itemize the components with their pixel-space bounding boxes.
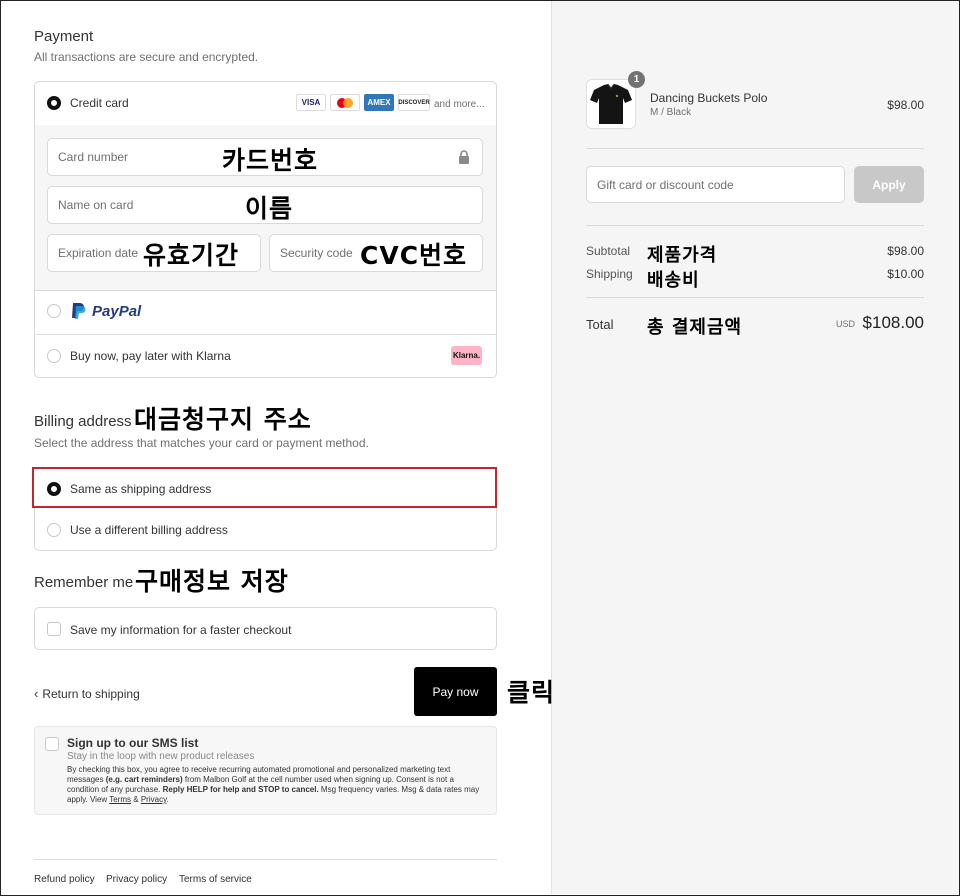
paypal-logo: PayPal	[70, 302, 141, 320]
billing-subtitle: Select the address that matches your car…	[34, 436, 369, 450]
klarna-label: Buy now, pay later with Klarna	[70, 349, 231, 363]
same-as-shipping-radio[interactable]	[47, 482, 61, 496]
return-to-shipping-label: Return to shipping	[42, 686, 140, 701]
total-label: Total	[586, 317, 614, 332]
save-info-checkbox[interactable]	[47, 622, 61, 636]
payment-subtitle: All transactions are secure and encrypte…	[34, 50, 259, 64]
product-name: Dancing Buckets Polo	[650, 91, 768, 105]
shipping-value: $10.00	[887, 267, 924, 281]
billing-title: Billing address	[34, 413, 132, 430]
annotation-card-number: 카드번호	[222, 146, 319, 175]
annotation-click: 클릭	[507, 678, 556, 707]
more-cards-text: and more...	[434, 99, 485, 110]
product-thumbnail	[586, 79, 636, 129]
lock-icon	[458, 150, 470, 169]
name-on-card-placeholder: Name on card	[58, 198, 134, 212]
quantity-badge: 1	[628, 71, 645, 88]
expiration-date-placeholder: Expiration date	[58, 246, 139, 260]
refund-policy-link[interactable]: Refund policy	[34, 874, 95, 885]
chevron-left-icon: ‹	[34, 686, 39, 701]
sms-subtitle: Stay in the loop with new product releas…	[67, 751, 255, 762]
different-billing-radio[interactable]	[47, 523, 61, 537]
payment-title: Payment	[34, 28, 94, 45]
security-code-placeholder: Security code	[280, 246, 353, 260]
summary-divider-2	[586, 225, 924, 226]
card-number-placeholder: Card number	[58, 150, 129, 164]
sms-period: .	[166, 795, 169, 804]
paypal-wordmark: PayPal	[92, 302, 142, 320]
annotation-product-price: 제품가격	[647, 245, 718, 266]
footer-divider	[34, 859, 497, 860]
discover-icon: DISCOVER	[398, 94, 430, 111]
paypal-radio[interactable]	[47, 304, 61, 318]
terms-of-service-link[interactable]: Terms of service	[179, 874, 252, 885]
sms-legal-text: By checking this box, you agree to recei…	[67, 765, 485, 805]
summary-divider-1	[586, 148, 924, 149]
subtotal-value: $98.00	[887, 244, 924, 258]
annotation-total: 총 결제금액	[647, 317, 743, 338]
sms-title: Sign up to our SMS list	[67, 736, 199, 750]
sms-terms-link[interactable]: Terms	[109, 795, 131, 804]
annotation-name: 이름	[245, 194, 294, 223]
remember-title: Remember me	[34, 574, 134, 591]
klarna-radio[interactable]	[47, 349, 61, 363]
return-to-shipping-link[interactable]: ‹ Return to shipping	[34, 686, 140, 701]
pay-now-button[interactable]: Pay now	[414, 667, 497, 716]
klarna-badge: Klarna.	[451, 346, 482, 365]
currency-code: USD	[836, 319, 856, 329]
save-info-label: Save my information for a faster checkou…	[70, 623, 292, 637]
sms-body-bold-2: Reply HELP for help and STOP to cancel.	[162, 785, 319, 794]
credit-card-label: Credit card	[70, 96, 129, 110]
privacy-policy-link[interactable]: Privacy policy	[106, 874, 167, 885]
paypal-divider	[35, 334, 496, 335]
sms-body-bold-1: (e.g. cart reminders)	[105, 775, 183, 784]
shipping-label: Shipping	[586, 267, 633, 281]
amex-icon: AMEX	[364, 94, 394, 111]
polo-shirt-image	[590, 83, 632, 124]
product-variant: M / Black	[650, 107, 692, 118]
apply-button[interactable]: Apply	[854, 166, 924, 203]
annotation-cvc: CVC번호	[360, 241, 468, 270]
credit-card-radio[interactable]	[47, 96, 61, 110]
sms-amp: &	[133, 795, 139, 804]
summary-divider-3	[586, 297, 924, 298]
paypal-icon	[72, 303, 86, 319]
total-value: $108.00	[862, 313, 924, 332]
visa-icon: VISA	[296, 94, 326, 111]
annotation-billing: 대금청구지 주소	[134, 405, 312, 434]
annotation-expiry: 유효기간	[143, 241, 240, 270]
sms-privacy-link[interactable]: Privacy	[141, 795, 167, 804]
discount-code-field[interactable]: Gift card or discount code	[586, 166, 845, 203]
discount-code-placeholder: Gift card or discount code	[597, 177, 734, 192]
sms-signup-checkbox[interactable]	[45, 737, 59, 751]
different-billing-label: Use a different billing address	[70, 523, 228, 537]
product-price: $98.00	[887, 98, 924, 112]
mastercard-icon	[330, 94, 360, 111]
order-summary-panel	[551, 1, 959, 894]
annotation-shipping-fee: 배송비	[647, 270, 700, 291]
same-as-shipping-label: Same as shipping address	[70, 482, 212, 496]
annotation-remember: 구매정보 저장	[135, 567, 289, 596]
subtotal-label: Subtotal	[586, 244, 631, 258]
